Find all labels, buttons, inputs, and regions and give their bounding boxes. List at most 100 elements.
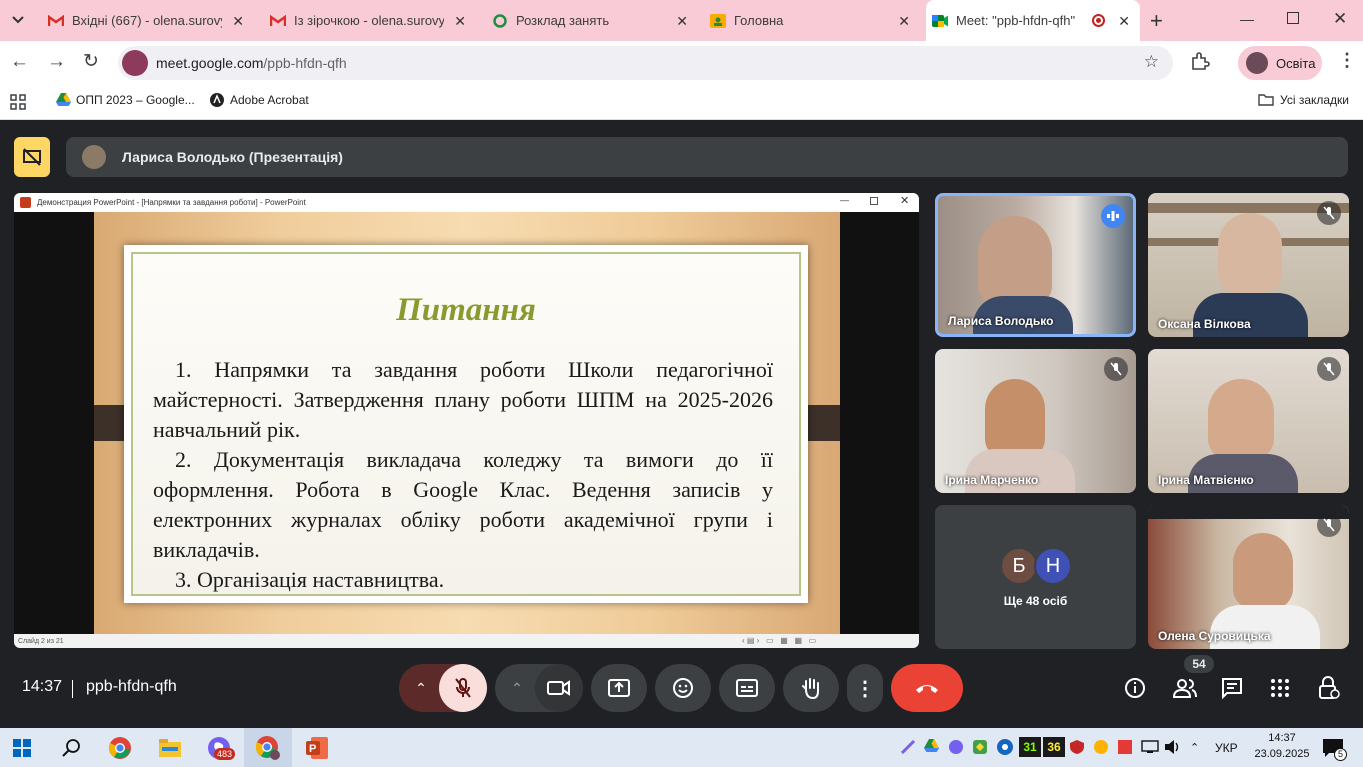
- participant-tile[interactable]: Оксана Вілкова: [1148, 193, 1349, 337]
- camera-toggle-button[interactable]: [535, 664, 583, 712]
- classroom-icon: [710, 13, 726, 29]
- close-tab-icon[interactable]: ✕: [676, 13, 688, 30]
- new-tab-button[interactable]: +: [1150, 8, 1163, 34]
- notification-count-badge: 5: [1334, 748, 1347, 761]
- meet-icon: [932, 13, 948, 29]
- clock-date[interactable]: 23.09.2025: [1250, 748, 1314, 760]
- tray-app-icon[interactable]: [996, 738, 1014, 756]
- google-drive-icon: [56, 93, 71, 107]
- forward-icon[interactable]: →: [47, 51, 66, 73]
- bookmark-item[interactable]: ОПП 2023 – Google...: [56, 93, 195, 107]
- more-options-button[interactable]: ⋮: [847, 664, 883, 712]
- powerpoint-icon[interactable]: P: [304, 735, 330, 761]
- tab-schedule[interactable]: Розклад занять ✕: [482, 0, 698, 41]
- antivirus-icon[interactable]: [1069, 739, 1085, 755]
- viber-tray-icon[interactable]: [948, 739, 964, 755]
- chat-button[interactable]: [1221, 677, 1243, 700]
- participant-tile[interactable]: Лариса Володько: [935, 193, 1136, 337]
- network-icon[interactable]: [1141, 740, 1159, 754]
- minimize-icon[interactable]: —: [1240, 11, 1254, 27]
- participant-tile[interactable]: Ірина Марченко: [935, 349, 1136, 493]
- chrome-profile-icon[interactable]: [255, 735, 281, 761]
- apps-grid-icon[interactable]: [10, 94, 26, 110]
- camera-icon: [547, 680, 570, 696]
- language-indicator[interactable]: УКР: [1215, 741, 1238, 755]
- windows-start-icon[interactable]: [9, 735, 35, 761]
- tab-starred[interactable]: Із зірочкою - olena.surovyts ✕: [260, 0, 476, 41]
- tab-label: Із зірочкою - olena.surovyts: [294, 13, 444, 28]
- present-button[interactable]: [591, 664, 647, 712]
- speaking-indicator-icon: [1101, 204, 1125, 228]
- clock-time[interactable]: 14:37: [1250, 732, 1314, 744]
- ppt-window-title: Демонстрация PowerPoint - [Напрямки та з…: [37, 198, 306, 207]
- pen-icon[interactable]: [900, 739, 916, 755]
- tab-meet[interactable]: Meet: "ppb-hfdn-qfh" ✕: [926, 0, 1140, 41]
- folder-icon: [1258, 93, 1274, 107]
- volume-icon[interactable]: [1164, 739, 1182, 755]
- leave-call-button[interactable]: [891, 664, 963, 712]
- gmail-icon: [48, 13, 64, 29]
- avatar: Н: [1034, 547, 1072, 585]
- tab-search-button[interactable]: [6, 8, 30, 32]
- hand-icon: [802, 678, 819, 699]
- slide-area: Питання 1. Напрямки та завдання роботи Ш…: [14, 212, 919, 634]
- video-options-chevron-icon[interactable]: ⌃: [495, 680, 539, 697]
- tab-classroom[interactable]: Головна ✕: [704, 0, 920, 41]
- close-tab-icon[interactable]: ✕: [232, 13, 244, 30]
- raise-hand-button[interactable]: [783, 664, 839, 712]
- reload-icon[interactable]: ↻: [83, 50, 99, 73]
- back-icon[interactable]: ←: [10, 51, 29, 73]
- profile-button[interactable]: Освіта: [1238, 46, 1322, 80]
- chrome-icon[interactable]: [107, 735, 133, 761]
- profile-label: Освіта: [1276, 55, 1316, 71]
- restore-icon[interactable]: [1287, 12, 1299, 24]
- close-tab-icon[interactable]: ✕: [454, 13, 466, 30]
- file-explorer-icon[interactable]: [157, 735, 183, 761]
- close-window-icon[interactable]: ✕: [1333, 9, 1347, 29]
- search-icon[interactable]: [58, 735, 84, 761]
- mic-off-icon: [1317, 201, 1341, 225]
- activities-button[interactable]: [1270, 678, 1290, 698]
- video-feed: [985, 379, 1045, 459]
- captions-button[interactable]: [719, 664, 775, 712]
- meeting-info-button[interactable]: [1124, 677, 1146, 699]
- host-controls-button[interactable]: [1318, 676, 1340, 700]
- google-drive-icon[interactable]: [924, 739, 940, 755]
- extensions-icon[interactable]: [1190, 51, 1210, 71]
- tray-app-icon[interactable]: [1117, 739, 1133, 755]
- tray-temp-badge[interactable]: 31: [1019, 737, 1041, 757]
- present-screen-icon: [608, 679, 630, 697]
- bookmark-star-icon[interactable]: ☆: [1144, 52, 1159, 72]
- chat-icon: [1222, 678, 1242, 700]
- reactions-button[interactable]: [655, 664, 711, 712]
- participant-tile[interactable]: Олена Суровицька: [1148, 505, 1349, 649]
- all-bookmarks-button[interactable]: Усі закладки: [1258, 93, 1349, 107]
- address-bar[interactable]: meet.google.com/ppb-hfdn-qfh ☆: [118, 46, 1173, 80]
- tray-temp-badge[interactable]: 36: [1043, 737, 1065, 757]
- tray-app-icon[interactable]: [1093, 739, 1109, 755]
- presenter-bar: Лариса Володько (Презентація): [66, 137, 1348, 177]
- tab-label: Розклад занять: [516, 13, 610, 28]
- menu-icon[interactable]: ⋮: [1338, 50, 1356, 71]
- tray-app-icon[interactable]: [972, 739, 988, 755]
- sheets-icon: [492, 13, 508, 29]
- participant-name: Ірина Марченко: [945, 473, 1039, 487]
- layout-toggle-button[interactable]: [14, 137, 50, 177]
- close-tab-icon[interactable]: ✕: [898, 13, 910, 30]
- close-tab-icon[interactable]: ✕: [1118, 13, 1130, 30]
- participant-tile[interactable]: Ірина Матвієнко: [1148, 349, 1349, 493]
- shared-screen: Демонстрация PowerPoint - [Напрямки та з…: [14, 193, 919, 648]
- site-info-icon[interactable]: [122, 50, 148, 76]
- avatar: [1246, 52, 1268, 74]
- mic-toggle-button[interactable]: [439, 664, 487, 712]
- bookmark-item[interactable]: Adobe Acrobat: [210, 93, 309, 107]
- audio-options-chevron-icon[interactable]: ⌃: [399, 680, 443, 697]
- captions-icon: [736, 679, 758, 697]
- slide-item: 1. Напрямки та завдання роботи Школи пед…: [153, 357, 773, 442]
- tray-chevron-icon[interactable]: ⌃: [1190, 741, 1199, 754]
- more-participants-tile[interactable]: Б Н Ще 48 осіб: [935, 505, 1136, 649]
- slide-frame: Питання 1. Напрямки та завдання роботи Ш…: [131, 252, 801, 596]
- people-button[interactable]: [1172, 677, 1198, 699]
- meeting-code: ppb-hfdn-qfh: [86, 678, 177, 695]
- tab-inbox[interactable]: Вхідні (667) - olena.surovyts ✕: [38, 0, 254, 41]
